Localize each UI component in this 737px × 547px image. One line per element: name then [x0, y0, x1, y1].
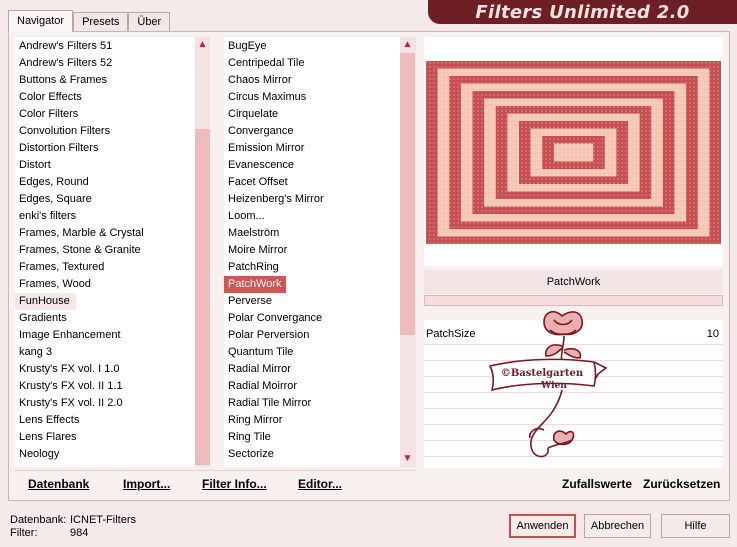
- help-button[interactable]: Hilfe: [661, 514, 730, 538]
- filter-list-item[interactable]: Quantum Tile: [224, 344, 400, 361]
- filter-list-item[interactable]: Loom...: [224, 208, 400, 225]
- category-list-item[interactable]: Lens Effects: [15, 412, 195, 429]
- category-list-item[interactable]: Lens Flares: [15, 429, 195, 446]
- category-list-item[interactable]: Convolution Filters: [15, 123, 195, 140]
- category-list-item[interactable]: Frames, Stone & Granite: [15, 242, 195, 259]
- filter-scroll-thumb[interactable]: [400, 53, 415, 335]
- filter-list-item[interactable]: Convergance: [224, 123, 400, 140]
- watermark-logo: ©Bastelgarten Wien: [488, 310, 608, 458]
- category-list-item[interactable]: FunHouse: [15, 293, 76, 310]
- watermark-text-1: ©Bastelgarten: [501, 368, 584, 379]
- category-list-item[interactable]: Image Enhancement: [15, 327, 195, 344]
- category-list-item[interactable]: Edges, Round: [15, 174, 195, 191]
- category-list-item[interactable]: Andrew's Filters 52: [15, 55, 195, 72]
- filter-list-item[interactable]: Heizenberg's Mirror: [224, 191, 400, 208]
- filter-list-item[interactable]: Facet Offset: [224, 174, 400, 191]
- patchwork-preview-image: [424, 37, 723, 266]
- filter-list-item[interactable]: Radial Mirror: [224, 361, 400, 378]
- category-list-item[interactable]: Frames, Marble & Crystal: [15, 225, 195, 242]
- tab-ueber[interactable]: Über: [128, 12, 171, 32]
- filter-list-item[interactable]: Maelström: [224, 225, 400, 242]
- filter-list-item[interactable]: Radial Tile Mirror: [224, 395, 400, 412]
- filter-list-item[interactable]: PatchRing: [224, 259, 400, 276]
- tab-navigator[interactable]: Navigator: [8, 10, 74, 32]
- category-scrollbar[interactable]: ▲: [195, 37, 210, 467]
- filter-list-item[interactable]: Evanescence: [224, 157, 400, 174]
- datenbank-button[interactable]: Datenbank: [28, 477, 89, 491]
- status-filter-label: Filter:: [10, 527, 38, 539]
- category-list-item[interactable]: Color Filters: [15, 106, 195, 123]
- tab-presets[interactable]: Presets: [73, 12, 129, 32]
- category-list-item[interactable]: Gradients: [15, 310, 195, 327]
- filter-list[interactable]: BugEye Centripedal Tile Chaos Mirror Circus…: [224, 37, 400, 467]
- zufallswerte-button[interactable]: Zufallswerte: [562, 477, 632, 491]
- category-list-item[interactable]: enki's filters: [15, 208, 195, 225]
- filter-info-button[interactable]: Filter Info...: [202, 477, 267, 491]
- filter-list-item[interactable]: Sectorize: [224, 446, 400, 463]
- parameters-area: PatchSize 10 ©Bastelgarten Wien: [424, 310, 723, 468]
- category-list-item[interactable]: Krusty's FX vol. II 2.0: [15, 395, 195, 412]
- category-list-item[interactable]: Color Effects: [15, 89, 195, 106]
- category-list-item[interactable]: Andrew's Filters 51: [15, 38, 195, 55]
- zuruecksetzen-button[interactable]: Zurücksetzen: [643, 477, 720, 491]
- filter-list-item[interactable]: Chaos Mirror: [224, 72, 400, 89]
- filter-list-item[interactable]: Centripedal Tile: [224, 55, 400, 72]
- category-scroll-thumb[interactable]: [195, 129, 210, 465]
- filter-list-item[interactable]: Emission Mirror: [224, 140, 400, 157]
- filter-list-item[interactable]: Circus Maximus: [224, 89, 400, 106]
- status-db-value: ICNET-Filters: [70, 514, 136, 526]
- status-db-label: Datenbank:: [10, 514, 67, 526]
- param-label-patchsize: PatchSize: [426, 328, 476, 340]
- filter-list-item[interactable]: BugEye: [224, 38, 400, 55]
- scroll-down-icon[interactable]: ▼: [400, 451, 415, 467]
- app-title-banner: Filters Unlimited 2.0: [428, 0, 737, 24]
- filter-list-item[interactable]: Ring Mirror: [224, 412, 400, 429]
- category-list-item[interactable]: Buttons & Frames: [15, 72, 195, 89]
- filter-name-label: PatchWork: [424, 270, 723, 294]
- filter-list-item[interactable]: Perverse: [224, 293, 400, 310]
- filter-list-item[interactable]: Ring Tile: [224, 429, 400, 446]
- category-list-item[interactable]: Krusty's FX vol. I 1.0: [15, 361, 195, 378]
- filter-list-item[interactable]: Moire Mirror: [224, 242, 400, 259]
- category-list-item[interactable]: Frames, Textured: [15, 259, 195, 276]
- apply-button[interactable]: Anwenden: [509, 514, 576, 538]
- scroll-up-icon[interactable]: ▲: [400, 37, 415, 53]
- preview-frame: [424, 37, 723, 266]
- editor-button[interactable]: Editor...: [298, 477, 342, 491]
- category-list-item[interactable]: Distortion Filters: [15, 140, 195, 157]
- category-list-item[interactable]: Frames, Wood: [15, 276, 195, 293]
- category-list[interactable]: Andrew's Filters 51 Andrew's Filters 52 Bu…: [15, 37, 195, 467]
- filter-list-item[interactable]: Polar Convergance: [224, 310, 400, 327]
- category-list-item[interactable]: Distort: [15, 157, 195, 174]
- category-list-item[interactable]: Edges, Square: [15, 191, 195, 208]
- app-title: Filters Unlimited 2.0: [475, 1, 690, 23]
- status-filter-value: 984: [70, 527, 89, 539]
- filter-scrollbar[interactable]: ▲ ▼: [400, 37, 416, 467]
- filter-separator-bar: [424, 295, 723, 306]
- cancel-button[interactable]: Abbrechen: [584, 514, 651, 538]
- category-list-item[interactable]: Krusty's FX vol. II 1.1: [15, 378, 195, 395]
- scroll-up-icon[interactable]: ▲: [195, 37, 210, 53]
- import-button[interactable]: Import...: [123, 477, 170, 491]
- param-value-patchsize[interactable]: 10: [707, 328, 719, 340]
- category-list-item[interactable]: kang 3: [15, 344, 195, 361]
- category-list-item[interactable]: Neology: [15, 446, 195, 463]
- filter-list-item[interactable]: Cirquelate: [224, 106, 400, 123]
- tab-bar: Navigator Presets Über: [8, 10, 171, 32]
- filter-list-item[interactable]: Radial Moirror: [224, 378, 400, 395]
- filter-list-item[interactable]: Polar Perversion: [224, 327, 400, 344]
- filter-list-item[interactable]: PatchWork: [224, 276, 286, 293]
- watermark-text-2: Wien: [540, 381, 567, 391]
